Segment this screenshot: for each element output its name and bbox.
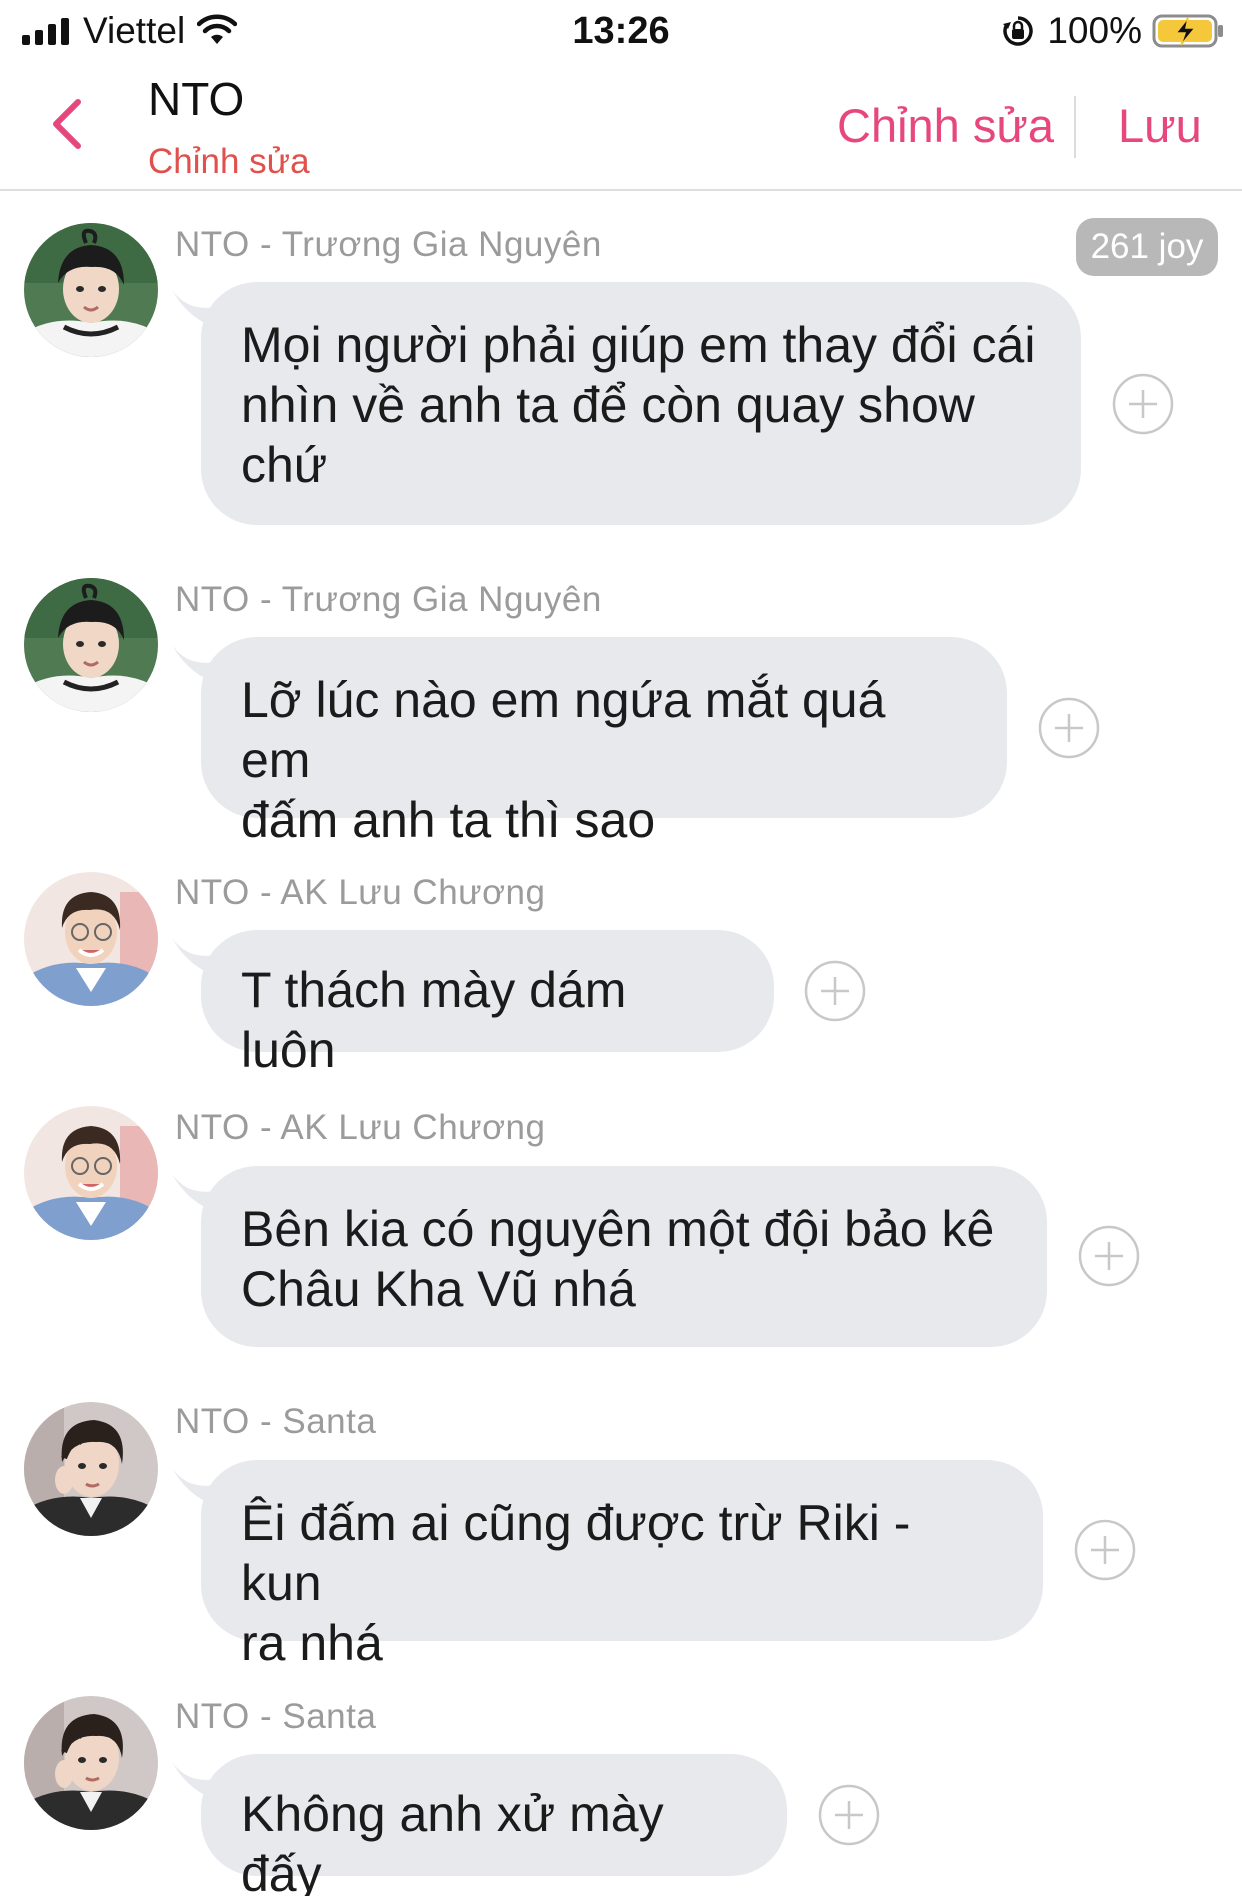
avatar-image xyxy=(24,223,158,357)
avatar-image xyxy=(24,1106,158,1240)
status-right: 100% xyxy=(1001,10,1224,52)
avatar[interactable] xyxy=(24,1696,158,1830)
battery-charging-icon xyxy=(1152,14,1223,48)
message-bubble[interactable]: Mọi người phải giúp em thay đổi cái nhìn… xyxy=(201,282,1081,525)
message-bubble[interactable]: Lỡ lúc nào em ngứa mắt quá em đấm anh ta… xyxy=(201,637,1007,848)
message-line: Bên kia có nguyên một đội bảo kê xyxy=(241,1201,995,1257)
battery-percent: 100% xyxy=(1047,10,1142,51)
sender-name: NTO - AK Lưu Chương xyxy=(175,1108,546,1147)
avatar[interactable] xyxy=(24,1402,158,1536)
message-line: T thách mày dám luôn xyxy=(241,962,627,1078)
nav-bar: NTO Chỉnh sửa Chỉnh sửa Lưu xyxy=(0,62,1242,191)
message-bubble[interactable]: Không anh xử mày đấy xyxy=(201,1754,787,1896)
message-bubble[interactable]: T thách mày dám luôn xyxy=(201,930,774,1078)
add-reaction-icon[interactable] xyxy=(1078,1225,1140,1287)
message-line: đấm anh ta thì sao xyxy=(241,792,656,848)
avatar-image xyxy=(24,1696,158,1830)
message-line: Lỡ lúc nào em ngứa mắt quá em xyxy=(241,672,886,788)
avatar-image xyxy=(24,1402,158,1536)
message-line: ra nhá xyxy=(241,1615,383,1671)
avatar[interactable] xyxy=(24,578,158,712)
avatar[interactable] xyxy=(24,223,158,357)
edit-button[interactable]: Chỉnh sửa xyxy=(837,98,1054,153)
message-line: Châu Kha Vũ nhá xyxy=(241,1261,636,1317)
message-bubble[interactable]: Êi đấm ai cũng được trừ Riki - kun ra nh… xyxy=(201,1460,1043,1671)
chat-title: NTO xyxy=(148,73,245,125)
message-line: chứ xyxy=(241,437,328,493)
message-bubble[interactable]: Bên kia có nguyên một đội bảo kê Châu Kh… xyxy=(201,1166,1047,1347)
status-bar: Viettel 13:26 100% xyxy=(0,0,1242,62)
avatar[interactable] xyxy=(24,1106,158,1240)
add-reaction-icon[interactable] xyxy=(818,1784,880,1846)
add-reaction-icon[interactable] xyxy=(1038,697,1100,759)
message-line: nhìn về anh ta để còn quay show xyxy=(241,377,975,433)
avatar-image xyxy=(24,578,158,712)
avatar-image xyxy=(24,872,158,1006)
sender-name: NTO - Santa xyxy=(175,1402,377,1441)
sender-name: NTO - Trương Gia Nguyên xyxy=(175,580,602,619)
back-chevron-icon[interactable] xyxy=(44,94,88,154)
rotation-lock-icon xyxy=(1003,16,1034,46)
add-reaction-icon[interactable] xyxy=(804,960,866,1022)
save-button[interactable]: Lưu xyxy=(1118,98,1202,153)
sender-name: NTO - AK Lưu Chương xyxy=(175,873,546,912)
nav-divider xyxy=(1074,96,1076,158)
avatar[interactable] xyxy=(24,872,158,1006)
message-line: Không anh xử mày đấy xyxy=(241,1786,664,1896)
message-line: Êi đấm ai cũng được trừ Riki - kun xyxy=(241,1495,911,1611)
message-line: Mọi người phải giúp em thay đổi cái xyxy=(241,317,1036,373)
add-reaction-icon[interactable] xyxy=(1112,373,1174,435)
sender-name: NTO - Santa xyxy=(175,1697,377,1736)
sender-name: NTO - Trương Gia Nguyên xyxy=(175,225,602,264)
chat-subtitle: Chỉnh sửa xyxy=(148,142,310,181)
add-reaction-icon[interactable] xyxy=(1074,1519,1136,1581)
joy-count-badge: 261 joy xyxy=(1076,218,1218,276)
